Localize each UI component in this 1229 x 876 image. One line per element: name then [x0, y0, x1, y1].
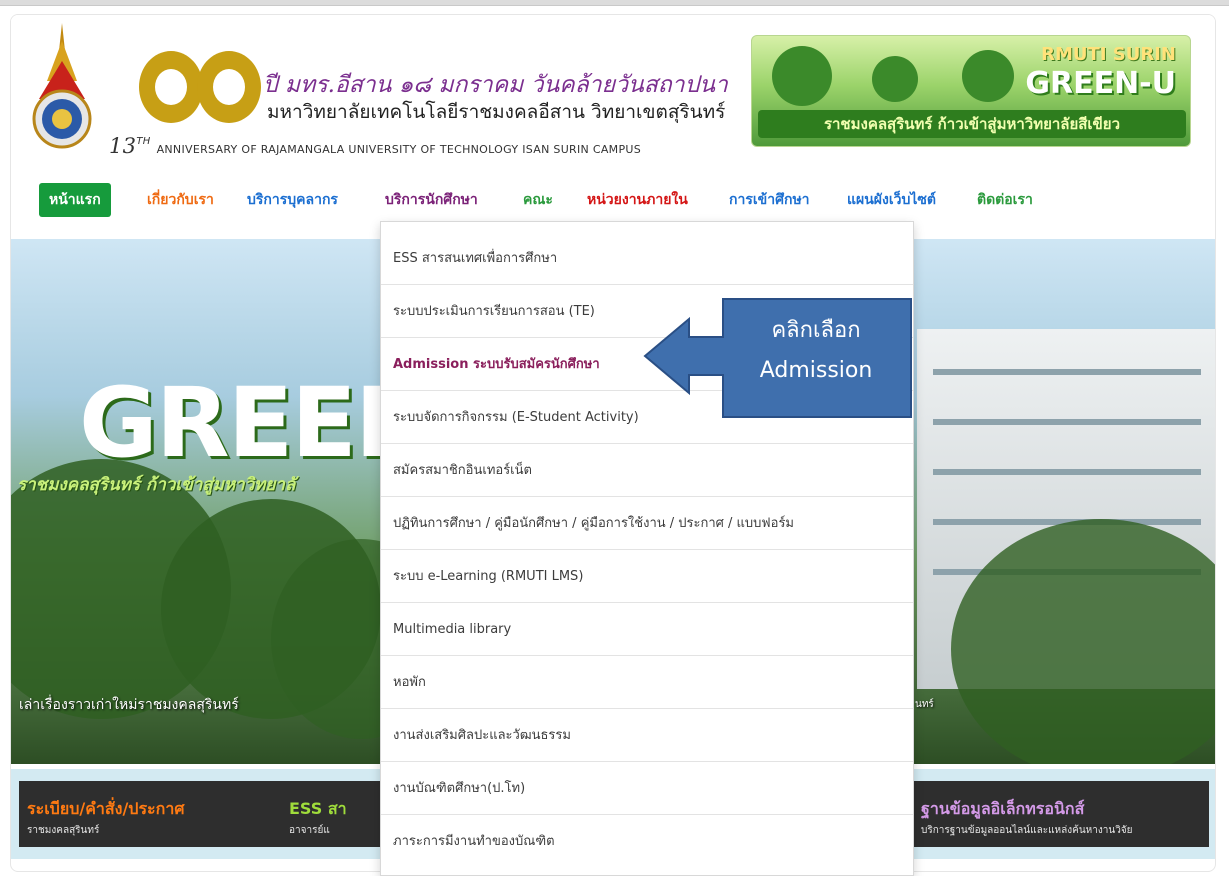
- instruction-callout: คลิกเลือก Admission: [643, 297, 913, 419]
- university-emblem-icon[interactable]: [27, 21, 97, 151]
- nav-home[interactable]: หน้าแรก: [39, 183, 111, 217]
- banner-tree: [772, 46, 832, 106]
- title-number: 13: [109, 134, 137, 158]
- nav-internal-units[interactable]: หน่วยงานภายใน: [577, 183, 698, 217]
- card-ess-subtitle: อาจารย์แ: [289, 825, 330, 836]
- banner-green-u: GREEN-U: [1025, 66, 1176, 101]
- dropdown-item-internet[interactable]: สมัครสมาชิกอินเทอร์เน็ต: [381, 444, 913, 497]
- callout-line1: คลิกเลือก: [771, 318, 861, 343]
- dropdown-item-dormitory[interactable]: หอพัก: [381, 656, 913, 709]
- dropdown-item-employment[interactable]: ภาระการมีงานทำของบัณฑิต: [381, 815, 913, 868]
- building-window: [933, 419, 1201, 425]
- banner-tree: [962, 50, 1014, 102]
- building-window: [933, 369, 1201, 375]
- banner-rmuti-surin: RMUTI SURIN: [1041, 44, 1176, 65]
- green-campaign-slogan: ราชมงคลสุรินทร์ ก้าวเข้าสู่มหาวิทยาลั: [17, 475, 296, 495]
- title-english: 13TH ANNIVERSARY OF RAJAMANGALA UNIVERSIT…: [109, 134, 641, 158]
- nav-admission[interactable]: การเข้าศึกษา: [719, 183, 820, 217]
- nav-staff-services[interactable]: บริการบุคลากร: [237, 183, 348, 217]
- card-ess[interactable]: ESS สา อาจารย์แ: [281, 781, 381, 847]
- green-university-banner[interactable]: RMUTI SURIN GREEN-U ราชมงคลสุรินทร์ ก้าว…: [751, 35, 1191, 147]
- nav-sitemap[interactable]: แผนผังเว็บไซต์: [837, 183, 946, 217]
- card-regulations-title: ระเบียบ/คำสั่ง/ประกาศ: [27, 799, 185, 818]
- callout-text: คลิกเลือก Admission: [723, 311, 909, 391]
- title-ordinal: TH: [136, 136, 151, 147]
- nav-faculties[interactable]: คณะ: [513, 183, 563, 217]
- dropdown-item-graduate[interactable]: งานบัณฑิตศึกษา(ป.โท): [381, 762, 913, 815]
- banner-slogan: ราชมงคลสุรินทร์ ก้าวเข้าสู่มหาวิทยาลัยสี…: [758, 110, 1186, 138]
- dropdown-item-elearning[interactable]: ระบบ e-Learning (RMUTI LMS): [381, 550, 913, 603]
- dropdown-item-arts-culture[interactable]: งานส่งเสริมศิลปะและวัฒนธรรม: [381, 709, 913, 762]
- card-e-database-title: ฐานข้อมูลอิเล็กทรอนิกส์: [921, 799, 1085, 818]
- nav-contact[interactable]: ติดต่อเรา: [967, 183, 1043, 217]
- main-navigation: หน้าแรก เกี่ยวกับเรา บริการบุคลากร บริกา…: [11, 175, 1215, 225]
- browser-top-border: [0, 0, 1229, 6]
- card-e-database[interactable]: ฐานข้อมูลอิเล็กทรอนิกส์ บริการฐานข้อมูลอ…: [913, 781, 1209, 847]
- dropdown-item-calendar[interactable]: ปฏิทินการศึกษา / คู่มือนักศึกษา / คู่มือ…: [381, 497, 913, 550]
- card-ess-title: ESS สา: [289, 799, 347, 818]
- nav-student-services[interactable]: บริการนักศึกษา: [375, 183, 488, 217]
- nav-about[interactable]: เกี่ยวกับเรา: [137, 183, 224, 217]
- dropdown-item-multimedia[interactable]: Multimedia library: [381, 603, 913, 656]
- card-e-database-subtitle: บริการฐานข้อมูลออนไลน์และแหล่งค้นหางานวิ…: [921, 825, 1133, 836]
- hero-caption-right: นทร์: [915, 699, 934, 710]
- dropdown-item-ess[interactable]: ESS สารสนเทศเพื่อการศึกษา: [381, 232, 913, 285]
- building-window: [933, 469, 1201, 475]
- hero-caption[interactable]: เล่าเรื่องราวเก่าใหม่ราชมงคลสุรินทร์: [19, 694, 239, 716]
- title-english-text: ANNIVERSARY OF RAJAMANGALA UNIVERSITY OF…: [156, 143, 642, 156]
- card-regulations-subtitle: ราชมงคลสุรินทร์: [27, 825, 100, 836]
- banner-tree: [872, 56, 918, 102]
- anniversary-logo: [135, 39, 263, 131]
- title-thai-line2: มหาวิทยาลัยเทคโนโลยีราชมงคลอีสาน วิทยาเข…: [267, 101, 726, 123]
- callout-line2: Admission: [759, 358, 873, 383]
- site-header: ปี มทร.อีสาน ๑๘ มกราคม วันคล้ายวันสถาปนา…: [11, 15, 1215, 165]
